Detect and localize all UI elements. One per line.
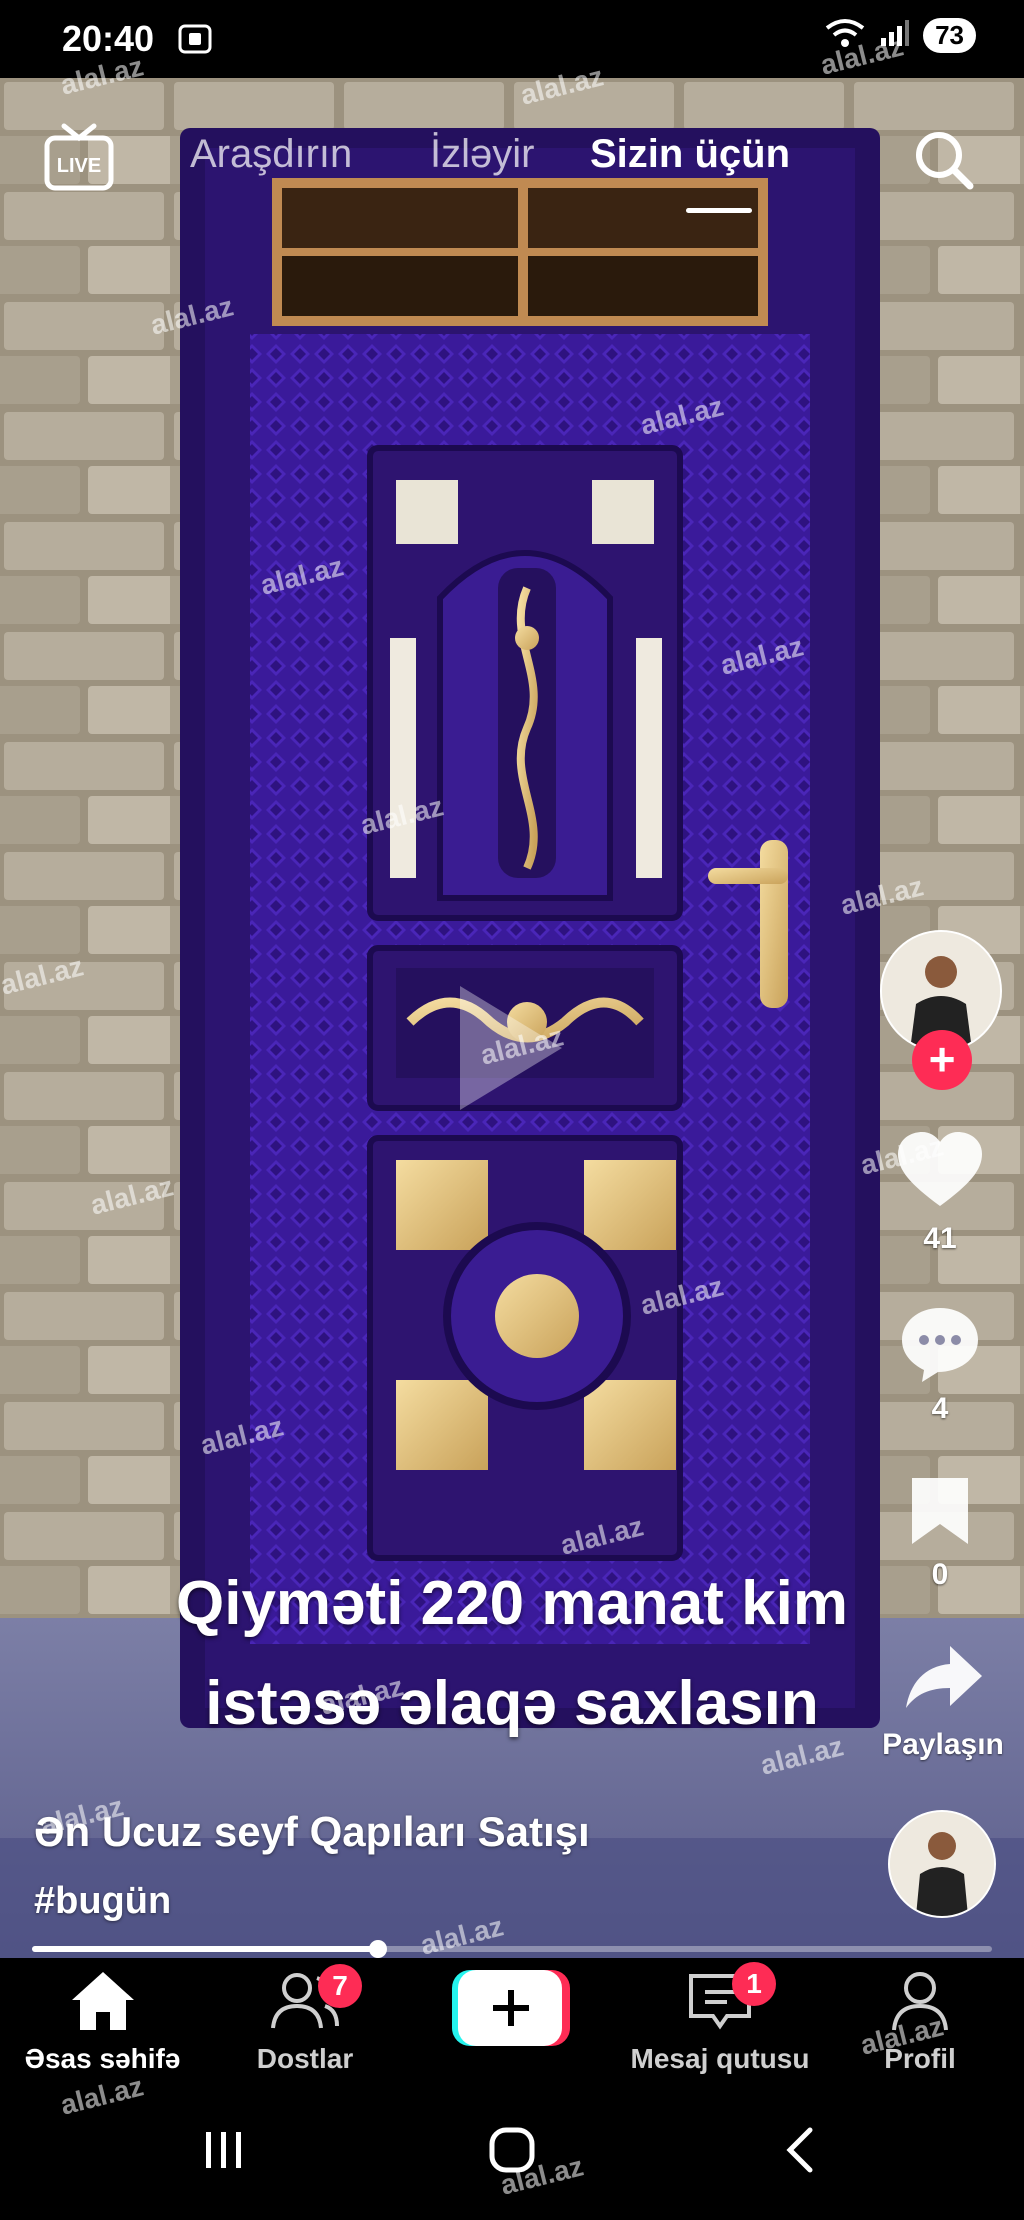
person-icon [890, 1812, 994, 1916]
bookmark-count: 0 [931, 1558, 949, 1591]
nav-inbox-label: Mesaj qutusu [630, 2043, 810, 2074]
tab-for-you[interactable]: Sizin üçün [590, 132, 790, 177]
screen-record-icon [178, 24, 212, 59]
like-count: 41 [923, 1222, 957, 1255]
live-icon[interactable]: LIVE [44, 122, 114, 192]
friends-badge: 7 [318, 1964, 362, 2008]
status-time: 20:40 [62, 18, 155, 59]
active-tab-indicator [686, 208, 752, 213]
sound-disc-avatar[interactable] [888, 1810, 996, 1918]
system-navigation-bar [0, 2088, 1024, 2220]
search-icon[interactable] [912, 128, 976, 192]
video-progress-bar[interactable] [32, 1940, 992, 1958]
battery-indicator: 73 [923, 18, 976, 53]
top-navigation: LIVE Araşdırın İzləyir Sizin üçün [0, 90, 1024, 213]
back-icon[interactable] [780, 2126, 820, 2174]
tab-following[interactable]: İzləyir [430, 132, 534, 177]
plus-icon [452, 1970, 570, 2046]
create-button[interactable] [452, 1970, 570, 2046]
nav-friends[interactable]: Dostlar 7 [230, 1964, 380, 2075]
home-icon [71, 1972, 134, 2030]
video-player[interactable]: Qiyməti 220 manat kim istəsə əlaqə saxla… [0, 78, 1024, 1958]
comment-count: 4 [931, 1392, 949, 1425]
follow-button[interactable]: + [912, 1030, 972, 1090]
bottom-navigation: Əsas səhifə Dostlar 7 Mesaj qutusu 1 Pro… [0, 1958, 1024, 2088]
nav-home-label: Əsas səhifə [24, 2043, 181, 2074]
tab-explore[interactable]: Araşdırın [190, 132, 352, 177]
nav-friends-label: Dostlar [256, 2043, 354, 2074]
share-label: Paylaşın [882, 1728, 1004, 1761]
nav-home[interactable]: Əsas səhifə [10, 1968, 195, 2075]
comment-button-icon[interactable] [898, 1304, 982, 1384]
inbox-badge: 1 [732, 1962, 776, 2006]
video-progress-knob[interactable] [368, 1940, 387, 1958]
video-progress-fill [32, 1946, 378, 1952]
recent-apps-icon[interactable] [202, 2128, 246, 2172]
nav-inbox[interactable]: Mesaj qutusu 1 [620, 1962, 820, 2075]
share-button-icon[interactable] [904, 1642, 984, 1712]
bookmark-button-icon[interactable] [908, 1474, 972, 1548]
video-hashtag[interactable]: #bugün [34, 1880, 171, 1923]
live-label: LIVE [57, 155, 101, 177]
